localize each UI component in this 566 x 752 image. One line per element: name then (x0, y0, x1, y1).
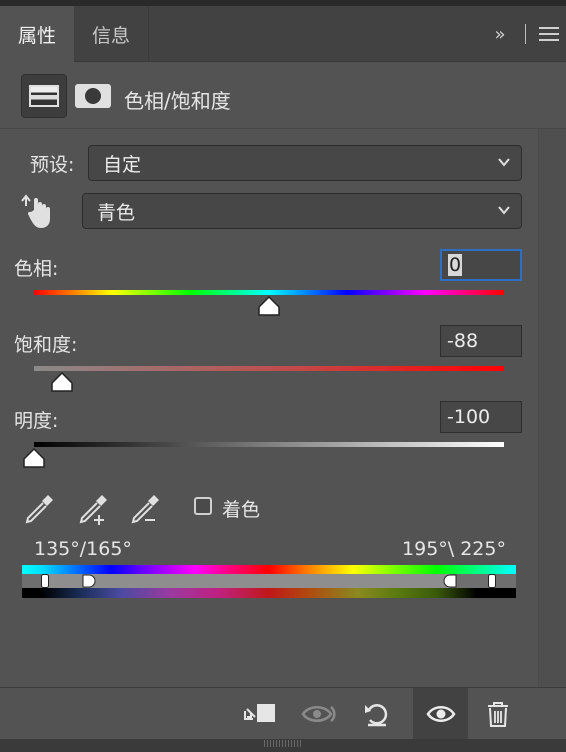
tab-properties[interactable]: 属性 (0, 6, 74, 62)
saturation-value: -88 (447, 330, 479, 352)
layer-mask-icon (75, 84, 111, 108)
trash-icon (488, 702, 508, 727)
range-right-readout: 195°\ 225° (402, 538, 506, 560)
tab-bar-divider (525, 24, 526, 44)
hue-input[interactable]: 0 (440, 249, 522, 281)
eyedropper-plus-icon[interactable] (76, 492, 110, 526)
hue-range-slider[interactable] (22, 574, 516, 588)
output-hue-bar (22, 588, 516, 598)
hue-value: 0 (448, 254, 463, 276)
adjustment-header: 色相/饱和度 (0, 63, 566, 129)
hue-saturation-adjustment-button[interactable] (21, 74, 67, 118)
channel-value: 青色 (97, 201, 136, 224)
eye-visibility-icon (425, 706, 456, 722)
saturation-label: 饱和度: (14, 334, 78, 356)
clip-to-layer-button[interactable] (236, 688, 282, 740)
preset-dropdown[interactable]: 自定 (88, 145, 522, 181)
lightness-slider-track[interactable] (34, 442, 504, 447)
hamburger-menu-icon[interactable] (532, 27, 566, 41)
eyedropper-icon[interactable] (22, 492, 56, 526)
reset-button[interactable] (356, 688, 396, 740)
colorize-label: 着色 (222, 499, 261, 521)
channel-dropdown[interactable]: 青色 (82, 193, 522, 229)
view-previous-state-button[interactable] (296, 688, 342, 740)
targeted-adjustment-hand-icon[interactable] (20, 192, 58, 230)
tab-info[interactable]: 信息 (74, 6, 149, 62)
colorize-checkbox[interactable] (194, 497, 212, 515)
saturation-slider-thumb[interactable] (50, 372, 74, 392)
layer-mask-button[interactable] (70, 74, 116, 118)
preset-label: 预设: (30, 154, 75, 176)
reset-icon (365, 704, 388, 727)
saturation-input[interactable]: -88 (440, 325, 522, 357)
input-hue-bar (22, 565, 516, 574)
falloff-right-zone (450, 574, 516, 588)
tab-bar-controls: » (479, 6, 566, 62)
visibility-toggle-button[interactable] (413, 688, 468, 740)
lightness-slider-thumb[interactable] (22, 448, 46, 468)
hue-slider-thumb[interactable] (257, 296, 281, 316)
panel-scrollbar-track[interactable] (538, 128, 566, 687)
delete-button[interactable] (478, 688, 518, 740)
range-left-readout: 135°/165° (34, 538, 132, 560)
lightness-input[interactable]: -100 (440, 401, 522, 433)
range-falloff-right-thumb[interactable] (488, 574, 496, 588)
resize-grip[interactable] (264, 740, 302, 747)
lightness-label: 明度: (14, 410, 59, 432)
saturation-slider-track[interactable] (34, 366, 504, 371)
collapse-panels-button[interactable]: » (479, 24, 519, 45)
eyedropper-minus-icon[interactable] (128, 492, 162, 526)
panel-title: 色相/饱和度 (124, 89, 231, 113)
view-previous-state-icon (301, 706, 336, 722)
panel-tab-bar: 属性 信息 » (0, 6, 566, 62)
lightness-value: -100 (447, 406, 491, 428)
clip-to-layer-icon (244, 704, 275, 722)
hue-label: 色相: (14, 258, 59, 280)
hue-slider-track[interactable] (34, 290, 504, 295)
range-start-thumb[interactable] (82, 574, 96, 588)
chevron-down-icon (498, 158, 510, 167)
range-falloff-left-thumb[interactable] (41, 574, 49, 588)
hue-saturation-adjustment-icon (29, 85, 59, 107)
panel-footer (0, 687, 566, 740)
preset-value: 自定 (103, 153, 142, 176)
chevron-down-icon (498, 206, 510, 215)
range-end-thumb[interactable] (443, 574, 457, 588)
